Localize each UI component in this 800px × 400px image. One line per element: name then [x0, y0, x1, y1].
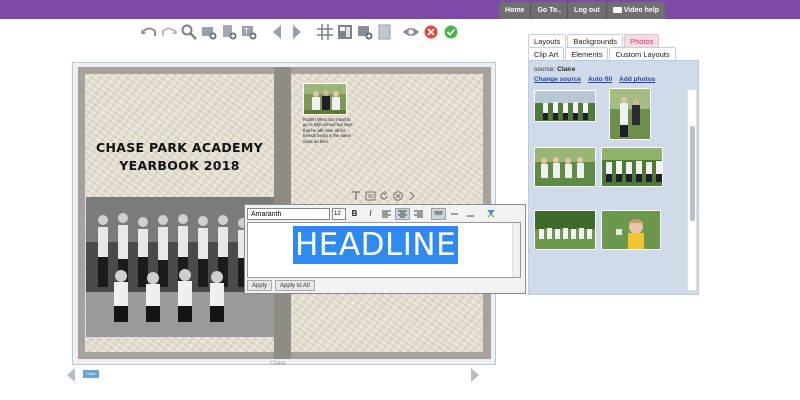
tab-photos[interactable]: Photos	[624, 34, 660, 47]
top-nav: Home Go To.. Log out Video help	[499, 2, 665, 19]
preview-eye-icon[interactable]	[402, 23, 420, 41]
rotate-icon[interactable]	[378, 190, 390, 202]
panel-scrollbar-thumb[interactable]	[690, 126, 695, 221]
source-value: Claire	[557, 66, 576, 73]
photo-thumbnail[interactable]	[609, 88, 651, 140]
valign-middle-icon[interactable]	[447, 208, 462, 220]
redo-icon[interactable]	[160, 23, 178, 41]
student-caption-text[interactable]: Robert West can't wait to go to high sch…	[303, 117, 353, 144]
prev-spread-arrow-icon[interactable]	[67, 368, 75, 382]
photos-panel: source: Claire Change source Auto fill A…	[528, 60, 699, 295]
font-size-select[interactable]: 12	[332, 207, 346, 220]
change-source-link[interactable]: Change source	[534, 76, 581, 83]
tab-layouts[interactable]: Layouts	[528, 34, 567, 47]
add-photos-link[interactable]: Add photos	[619, 76, 655, 83]
tab-custom-layouts[interactable]: Custom Layouts	[609, 47, 676, 60]
background-icon[interactable]	[376, 23, 394, 41]
valign-bottom-icon[interactable]	[463, 208, 478, 220]
tab-clip-art[interactable]: Clip Art	[528, 47, 565, 60]
photo-thumbnail[interactable]	[534, 210, 596, 250]
photo-links: Change source Auto fill Add photos	[534, 76, 662, 83]
text-input-area[interactable]: HEADLINE	[247, 222, 521, 278]
apply-row: Apply Apply to All	[247, 280, 318, 291]
svg-text:T: T	[244, 27, 249, 36]
yearbook-title-line1[interactable]: CHASE PARK ACADEMY	[85, 140, 274, 155]
align-right-icon[interactable]	[411, 208, 426, 220]
source-label: source: Claire	[534, 66, 576, 73]
panel-tabs-row1: Layouts Backgrounds Photos	[528, 34, 660, 47]
goto-button[interactable]: Go To..	[531, 2, 569, 19]
auto-fill-link[interactable]: Auto fill	[588, 76, 612, 83]
valign-top-icon[interactable]	[431, 207, 446, 220]
main-toolbar: T	[140, 22, 462, 42]
photo-thumbnail[interactable]	[534, 90, 596, 122]
cancel-icon[interactable]	[422, 23, 440, 41]
prev-page-icon[interactable]	[268, 23, 286, 41]
tab-elements[interactable]: Elements	[565, 47, 609, 60]
video-help-button[interactable]: Video help	[607, 2, 665, 19]
format-toolbar: Amaranth 12 B I	[247, 207, 498, 220]
student-photo[interactable]	[303, 83, 347, 115]
apply-to-all-button[interactable]: Apply to All	[275, 280, 315, 291]
add-page-icon[interactable]	[220, 23, 238, 41]
top-bar	[0, 0, 800, 19]
add-image-icon[interactable]	[356, 23, 374, 41]
yearbook-title-line2[interactable]: YEARBOOK 2018	[85, 158, 274, 173]
headline-text[interactable]: HEADLINE	[293, 226, 459, 264]
spread-caption: Claire	[270, 361, 286, 367]
grid-icon[interactable]	[316, 23, 334, 41]
bold-button[interactable]: B	[347, 208, 362, 220]
text-tool-icon[interactable]	[350, 190, 362, 202]
next-spread-arrow-icon[interactable]	[471, 368, 479, 382]
panel-tabs-row2: Clip Art Elements Custom Layouts	[528, 47, 677, 60]
home-button[interactable]: Home	[499, 2, 532, 19]
align-left-icon[interactable]	[379, 208, 394, 220]
video-help-label: Video help	[623, 7, 659, 14]
font-select[interactable]: Amaranth	[247, 207, 330, 220]
photo-thumbnail[interactable]	[534, 147, 596, 187]
frame-icon[interactable]	[364, 190, 376, 202]
text-area-scrollbar[interactable]	[512, 223, 520, 277]
undo-icon[interactable]	[140, 23, 158, 41]
page-thumbnail[interactable]: Cover	[83, 370, 99, 378]
next-page-icon[interactable]	[288, 23, 306, 41]
video-camera-icon	[612, 7, 622, 13]
add-photo-icon[interactable]	[200, 23, 218, 41]
apply-button[interactable]: Apply	[247, 280, 273, 291]
panel-scrollbar[interactable]	[687, 89, 697, 291]
text-editor-dialog: Amaranth 12 B I HEADLINE Apply Apply to …	[244, 204, 526, 294]
delete-element-icon[interactable]	[392, 190, 404, 202]
italic-button[interactable]: I	[363, 208, 378, 220]
more-arrow-icon[interactable]	[406, 190, 418, 202]
tab-backgrounds[interactable]: Backgrounds	[567, 34, 624, 47]
photo-thumbnail[interactable]	[601, 147, 663, 187]
zoom-icon[interactable]	[180, 23, 198, 41]
photo-thumbnail[interactable]	[601, 210, 661, 250]
confirm-icon[interactable]	[442, 23, 460, 41]
align-center-icon[interactable]	[395, 207, 410, 220]
add-text-icon[interactable]: T	[240, 23, 258, 41]
element-mini-toolbar	[350, 190, 420, 202]
logout-button[interactable]: Log out	[568, 2, 607, 19]
text-color-icon[interactable]	[483, 208, 498, 220]
layout-icon[interactable]	[336, 23, 354, 41]
